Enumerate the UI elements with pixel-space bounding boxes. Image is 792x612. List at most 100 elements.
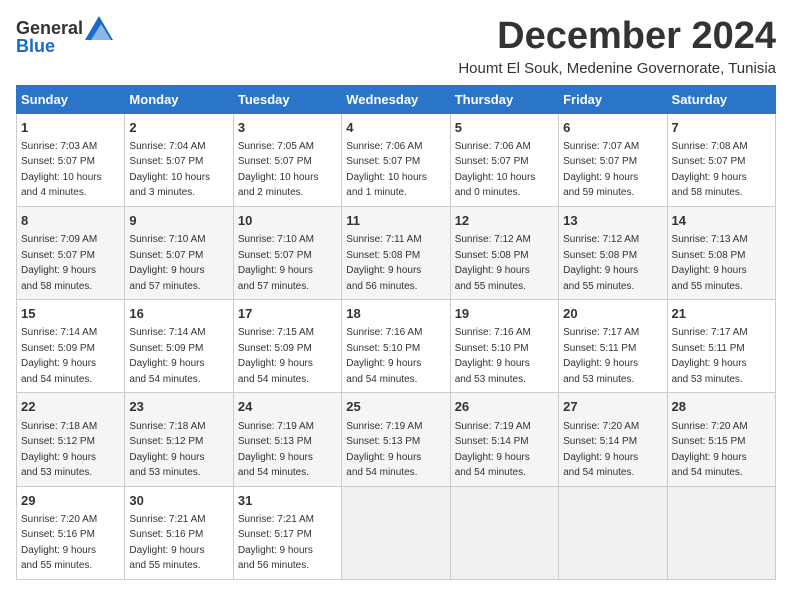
day-info: Sunrise: 7:20 AMSunset: 5:15 PMDaylight:…	[672, 421, 748, 479]
calendar-cell: 11Sunrise: 7:11 AMSunset: 5:08 PMDayligh…	[342, 206, 450, 299]
day-info: Sunrise: 7:20 AMSunset: 5:14 PMDaylight:…	[563, 421, 639, 479]
calendar-week-5: 29Sunrise: 7:20 AMSunset: 5:16 PMDayligh…	[17, 486, 776, 579]
column-header-friday: Friday	[559, 85, 667, 113]
day-info: Sunrise: 7:17 AMSunset: 5:11 PMDaylight:…	[672, 327, 748, 385]
day-number: 16	[129, 305, 228, 323]
calendar-cell: 27Sunrise: 7:20 AMSunset: 5:14 PMDayligh…	[559, 393, 667, 486]
month-title: December 2024	[458, 16, 776, 58]
day-number: 4	[346, 119, 445, 137]
day-info: Sunrise: 7:07 AMSunset: 5:07 PMDaylight:…	[563, 141, 639, 199]
day-number: 22	[21, 398, 120, 416]
day-info: Sunrise: 7:12 AMSunset: 5:08 PMDaylight:…	[455, 234, 531, 292]
day-info: Sunrise: 7:14 AMSunset: 5:09 PMDaylight:…	[21, 327, 97, 385]
day-number: 10	[238, 212, 337, 230]
day-info: Sunrise: 7:18 AMSunset: 5:12 PMDaylight:…	[129, 421, 205, 479]
day-number: 12	[455, 212, 554, 230]
day-number: 14	[672, 212, 771, 230]
day-info: Sunrise: 7:06 AMSunset: 5:07 PMDaylight:…	[346, 141, 427, 199]
day-number: 19	[455, 305, 554, 323]
calendar-cell: 30 Sunrise: 7:21 AMSunset: 5:16 PMDayligh…	[125, 486, 233, 579]
day-number: 9	[129, 212, 228, 230]
calendar-cell: 5 Sunrise: 7:06 AMSunset: 5:07 PMDaylight…	[450, 113, 558, 206]
day-info: Sunrise: 7:08 AMSunset: 5:07 PMDaylight:…	[672, 141, 748, 199]
calendar-cell	[342, 486, 450, 579]
day-number: 29	[21, 492, 120, 510]
day-info: Sunrise: 7:09 AMSunset: 5:07 PMDaylight:…	[21, 234, 97, 292]
calendar-cell: 2 Sunrise: 7:04 AMSunset: 5:07 PMDaylight…	[125, 113, 233, 206]
day-info: Sunrise: 7:14 AMSunset: 5:09 PMDaylight:…	[129, 327, 205, 385]
day-number: 20	[563, 305, 662, 323]
day-number: 2	[129, 119, 228, 137]
day-number: 24	[238, 398, 337, 416]
day-number: 11	[346, 212, 445, 230]
calendar-cell: 25 Sunrise: 7:19 AMSunset: 5:13 PMDayligh…	[342, 393, 450, 486]
logo-icon	[85, 16, 113, 40]
calendar-cell	[559, 486, 667, 579]
day-number: 15	[21, 305, 120, 323]
calendar-cell	[450, 486, 558, 579]
calendar-cell: 28Sunrise: 7:20 AMSunset: 5:15 PMDayligh…	[667, 393, 775, 486]
day-info: Sunrise: 7:10 AMSunset: 5:07 PMDaylight:…	[238, 234, 314, 292]
logo-blue: Blue	[16, 36, 55, 57]
day-info: Sunrise: 7:18 AMSunset: 5:12 PMDaylight:…	[21, 421, 97, 479]
calendar-cell	[667, 486, 775, 579]
calendar-cell: 6 Sunrise: 7:07 AMSunset: 5:07 PMDaylight…	[559, 113, 667, 206]
calendar-cell: 19 Sunrise: 7:16 AMSunset: 5:10 PMDayligh…	[450, 300, 558, 393]
column-header-sunday: Sunday	[17, 85, 125, 113]
page-header: General Blue December 2024 Houmt El Souk…	[16, 16, 776, 77]
calendar-cell: 3Sunrise: 7:05 AMSunset: 5:07 PMDaylight…	[233, 113, 341, 206]
day-info: Sunrise: 7:16 AMSunset: 5:10 PMDaylight:…	[455, 327, 531, 385]
calendar-week-4: 22 Sunrise: 7:18 AMSunset: 5:12 PMDayligh…	[17, 393, 776, 486]
day-info: Sunrise: 7:21 AMSunset: 5:16 PMDaylight:…	[129, 514, 205, 572]
calendar-table: SundayMondayTuesdayWednesdayThursdayFrid…	[16, 85, 776, 580]
calendar-cell: 20 Sunrise: 7:17 AMSunset: 5:11 PMDayligh…	[559, 300, 667, 393]
calendar-cell: 31Sunrise: 7:21 AMSunset: 5:17 PMDayligh…	[233, 486, 341, 579]
day-info: Sunrise: 7:10 AMSunset: 5:07 PMDaylight:…	[129, 234, 205, 292]
column-header-tuesday: Tuesday	[233, 85, 341, 113]
day-number: 1	[21, 119, 120, 137]
calendar-cell: 8 Sunrise: 7:09 AMSunset: 5:07 PMDaylight…	[17, 206, 125, 299]
day-info: Sunrise: 7:19 AMSunset: 5:13 PMDaylight:…	[346, 421, 422, 479]
day-info: Sunrise: 7:12 AMSunset: 5:08 PMDaylight:…	[563, 234, 639, 292]
calendar-cell: 15 Sunrise: 7:14 AMSunset: 5:09 PMDayligh…	[17, 300, 125, 393]
day-number: 7	[672, 119, 771, 137]
day-number: 25	[346, 398, 445, 416]
calendar-cell: 22 Sunrise: 7:18 AMSunset: 5:12 PMDayligh…	[17, 393, 125, 486]
day-number: 23	[129, 398, 228, 416]
calendar-header-row: SundayMondayTuesdayWednesdayThursdayFrid…	[17, 85, 776, 113]
calendar-cell: 16 Sunrise: 7:14 AMSunset: 5:09 PMDayligh…	[125, 300, 233, 393]
day-number: 3	[238, 119, 337, 137]
calendar-cell: 12 Sunrise: 7:12 AMSunset: 5:08 PMDayligh…	[450, 206, 558, 299]
calendar-cell: 4 Sunrise: 7:06 AMSunset: 5:07 PMDaylight…	[342, 113, 450, 206]
day-number: 6	[563, 119, 662, 137]
calendar-week-3: 15 Sunrise: 7:14 AMSunset: 5:09 PMDayligh…	[17, 300, 776, 393]
day-info: Sunrise: 7:16 AMSunset: 5:10 PMDaylight:…	[346, 327, 422, 385]
calendar-cell: 1 Sunrise: 7:03 AMSunset: 5:07 PMDaylight…	[17, 113, 125, 206]
day-number: 30	[129, 492, 228, 510]
day-number: 17	[238, 305, 337, 323]
day-number: 18	[346, 305, 445, 323]
day-number: 26	[455, 398, 554, 416]
day-info: Sunrise: 7:06 AMSunset: 5:07 PMDaylight:…	[455, 141, 536, 199]
calendar-week-2: 8 Sunrise: 7:09 AMSunset: 5:07 PMDaylight…	[17, 206, 776, 299]
day-info: Sunrise: 7:19 AMSunset: 5:13 PMDaylight:…	[238, 421, 314, 479]
day-info: Sunrise: 7:19 AMSunset: 5:14 PMDaylight:…	[455, 421, 531, 479]
calendar-cell: 7 Sunrise: 7:08 AMSunset: 5:07 PMDaylight…	[667, 113, 775, 206]
calendar-cell: 26 Sunrise: 7:19 AMSunset: 5:14 PMDayligh…	[450, 393, 558, 486]
location-subtitle: Houmt El Souk, Medenine Governorate, Tun…	[458, 60, 776, 77]
day-number: 8	[21, 212, 120, 230]
day-info: Sunrise: 7:21 AMSunset: 5:17 PMDaylight:…	[238, 514, 314, 572]
calendar-cell: 21 Sunrise: 7:17 AMSunset: 5:11 PMDayligh…	[667, 300, 775, 393]
day-info: Sunrise: 7:03 AMSunset: 5:07 PMDaylight:…	[21, 141, 102, 199]
day-number: 5	[455, 119, 554, 137]
day-number: 21	[672, 305, 771, 323]
calendar-week-1: 1 Sunrise: 7:03 AMSunset: 5:07 PMDaylight…	[17, 113, 776, 206]
calendar-cell: 29Sunrise: 7:20 AMSunset: 5:16 PMDayligh…	[17, 486, 125, 579]
calendar-cell: 10 Sunrise: 7:10 AMSunset: 5:07 PMDayligh…	[233, 206, 341, 299]
calendar-cell: 18 Sunrise: 7:16 AMSunset: 5:10 PMDayligh…	[342, 300, 450, 393]
day-info: Sunrise: 7:04 AMSunset: 5:07 PMDaylight:…	[129, 141, 210, 199]
column-header-wednesday: Wednesday	[342, 85, 450, 113]
logo: General Blue	[16, 16, 113, 57]
day-number: 13	[563, 212, 662, 230]
day-info: Sunrise: 7:17 AMSunset: 5:11 PMDaylight:…	[563, 327, 639, 385]
